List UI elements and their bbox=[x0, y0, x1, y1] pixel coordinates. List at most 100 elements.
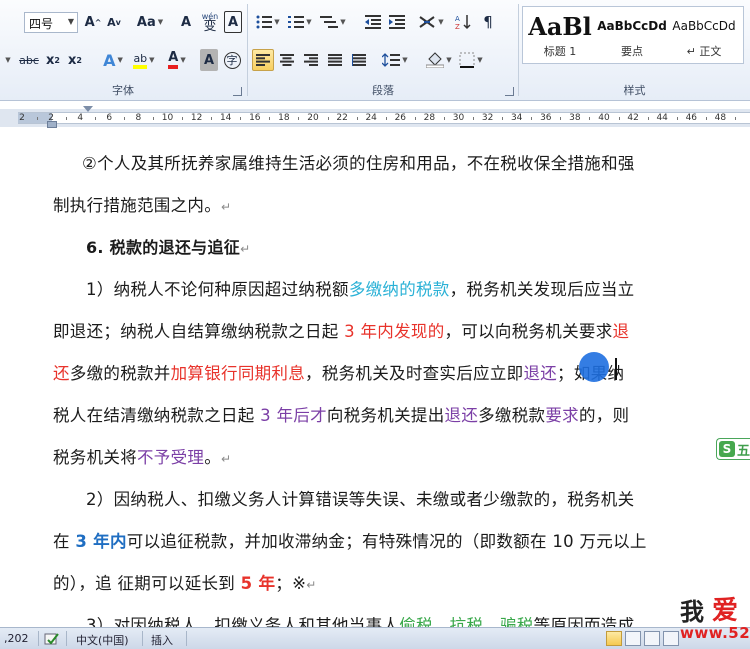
dialog-launcher-icon[interactable]: . bbox=[233, 87, 242, 96]
grow-font-icon: A bbox=[84, 14, 95, 30]
language-indicator[interactable]: 中文(中国) bbox=[76, 632, 129, 648]
ruler-tick-label: 22 bbox=[336, 113, 348, 123]
ruler-tick-minor bbox=[647, 117, 649, 120]
ruler-tick-label: 40 bbox=[598, 113, 610, 123]
chevron-down-icon: ▼ bbox=[67, 17, 74, 26]
text-run-highlight: 还 bbox=[53, 364, 70, 383]
paragraph-mark-icon: ¶ bbox=[483, 13, 493, 31]
paragraph-mark: ↵ bbox=[306, 578, 317, 592]
paragraph-group: ▼ ▼ ▼ ▼ AZ ¶ ▼ ▼ ▼ 段落 bbox=[248, 0, 518, 101]
enclose-char-icon: 字 bbox=[223, 51, 241, 69]
font-color-icon: A bbox=[168, 51, 179, 69]
style-key-point[interactable]: AaBbCcDd 要点 bbox=[597, 9, 667, 61]
align-left-button[interactable] bbox=[252, 49, 274, 71]
font-group: 四号 ▼ A ^ Av Aa ▼ A wén 变 A ▼ abc x2 x 2 … bbox=[0, 0, 246, 101]
text-effect-button[interactable]: A ▼ bbox=[99, 49, 127, 71]
justify-button[interactable] bbox=[324, 49, 346, 71]
font-size-select[interactable]: 四号 ▼ bbox=[24, 12, 78, 33]
superscript-icon: x bbox=[68, 52, 77, 68]
enclose-char-button[interactable]: 字 bbox=[222, 49, 242, 71]
increase-indent-button[interactable] bbox=[386, 11, 408, 33]
style-name: 标题 1 bbox=[543, 45, 577, 58]
style-heading-1[interactable]: AaBl 标题 1 bbox=[525, 9, 595, 61]
align-right-button[interactable] bbox=[300, 49, 322, 71]
decrease-indent-button[interactable] bbox=[362, 11, 384, 33]
text-run: 制执行措施范围之内。 bbox=[53, 196, 221, 215]
clear-format-button[interactable]: A bbox=[176, 11, 196, 33]
paragraph-group-label: 段落 bbox=[372, 84, 394, 97]
font-color-button[interactable]: A ▼ bbox=[163, 49, 191, 71]
multilevel-list-button[interactable]: ▼ bbox=[318, 11, 348, 33]
dropdown-arrow-button[interactable]: ▼ bbox=[2, 49, 12, 71]
ruler-tick-label: 2 bbox=[19, 113, 25, 123]
text-run: 可以追征税款，并加收滞纳金；有特殊情况的（即数额在 10 万元以上 bbox=[126, 532, 647, 551]
ribbon: 四号 ▼ A ^ Av Aa ▼ A wén 变 A ▼ abc x2 x 2 … bbox=[0, 0, 750, 101]
ruler-tick-label: 24 bbox=[365, 113, 377, 123]
ruler-tick-minor bbox=[269, 117, 271, 120]
multilevel-list-icon bbox=[320, 16, 339, 28]
doc-line: 制执行措施范围之内。↵ bbox=[53, 192, 231, 216]
ruler-tick-minor bbox=[676, 117, 678, 120]
ruler-tick-minor bbox=[414, 117, 416, 120]
bullets-icon bbox=[256, 15, 273, 29]
numbering-button[interactable]: ▼ bbox=[286, 11, 314, 33]
document-page[interactable]: ②个人及其所抚养家属维持生活必须的住房和用品，不在税收保全措施和强 制执行措施范… bbox=[0, 128, 750, 627]
change-case-button[interactable]: Aa ▼ bbox=[136, 11, 164, 33]
numbering-icon bbox=[288, 16, 305, 28]
ruler-tick-minor bbox=[123, 117, 125, 120]
side-floating-badge[interactable]: S 五 bbox=[716, 438, 750, 460]
web-layout-view-button[interactable] bbox=[644, 631, 660, 646]
distributed-button[interactable] bbox=[348, 49, 370, 71]
shading-button[interactable]: ▼ bbox=[424, 49, 454, 71]
char-shading-button[interactable]: A bbox=[200, 49, 218, 71]
svg-text:Z: Z bbox=[455, 23, 460, 30]
subscript-button[interactable]: x2 bbox=[44, 49, 62, 71]
phonetic-guide-char: 变 bbox=[203, 19, 217, 34]
ruler-tick-label: 16 bbox=[249, 113, 261, 123]
borders-button[interactable]: ▼ bbox=[456, 49, 486, 71]
ruler-tick-minor bbox=[705, 117, 707, 120]
text-run: 向税务机关提出 bbox=[326, 406, 445, 425]
strikethrough-button[interactable]: abc bbox=[18, 49, 40, 71]
text-run-highlight: 要求 bbox=[545, 406, 579, 425]
change-case-icon: Aa bbox=[136, 14, 156, 30]
proofing-icon[interactable] bbox=[44, 632, 60, 646]
char-border-button[interactable]: A bbox=[224, 11, 242, 33]
section-heading: 6. 税款的退还与追征↵ bbox=[86, 234, 250, 258]
highlight-button[interactable]: ab ▼ bbox=[130, 49, 158, 71]
ruler-tick-minor bbox=[618, 117, 620, 120]
shrink-font-button[interactable]: Av bbox=[105, 11, 123, 33]
dialog-launcher-icon[interactable]: . bbox=[505, 87, 514, 96]
paragraph-mark: ↵ bbox=[221, 452, 232, 466]
doc-line: 即退还；纳税人自结算缴纳税款之日起 3 年内发现的，可以向税务机关要求退 bbox=[53, 318, 629, 342]
superscript-button[interactable]: x2 bbox=[66, 49, 84, 71]
line-spacing-button[interactable]: ▼ bbox=[380, 49, 410, 71]
style-normal[interactable]: AaBbCcDd ↵ 正文 bbox=[669, 9, 739, 61]
text-run: 税务机关将 bbox=[53, 448, 137, 467]
align-center-icon bbox=[280, 54, 294, 66]
ruler-tick-label: 38 bbox=[569, 113, 581, 123]
ruler-tick-minor bbox=[327, 117, 329, 120]
full-screen-reading-view-button[interactable] bbox=[625, 631, 641, 646]
ruler-tick-minor bbox=[152, 117, 154, 120]
show-marks-button[interactable]: ¶ bbox=[477, 11, 499, 33]
phonetic-guide-button[interactable]: wén 变 bbox=[199, 9, 221, 35]
first-line-indent-marker[interactable] bbox=[83, 106, 93, 112]
bullets-button[interactable]: ▼ bbox=[254, 11, 282, 33]
text-run: 1）纳税人不论何种原因超过纳税额 bbox=[86, 280, 349, 299]
chinese-layout-button[interactable]: ▼ bbox=[416, 11, 446, 33]
hanging-indent-marker[interactable] bbox=[47, 121, 57, 128]
styles-gallery[interactable]: AaBl 标题 1 AaBbCcDd 要点 AaBbCcDd ↵ 正文 bbox=[522, 6, 744, 64]
text-run-highlight: 加算银行同期利息 bbox=[170, 364, 306, 383]
align-center-button[interactable] bbox=[276, 49, 298, 71]
sort-button[interactable]: AZ bbox=[452, 11, 474, 33]
strikethrough-icon: abc bbox=[19, 53, 39, 67]
word-count[interactable]: ,202 bbox=[4, 632, 29, 645]
insert-mode-indicator[interactable]: 插入 bbox=[151, 632, 173, 648]
doc-line: 在 3 年内可以追征税款，并加收滞纳金；有特殊情况的（即数额在 10 万元以上 bbox=[53, 528, 647, 552]
horizontal-ruler[interactable]: 2 2 4 6 8 10 12 14 16 18 20 22 24 26 28 30 32 34 36 38 40 42 4… bbox=[0, 109, 750, 127]
print-layout-view-button[interactable] bbox=[606, 631, 622, 646]
text-run: 的，则 bbox=[578, 406, 630, 425]
text-run: ，税务机关发现后应当立 bbox=[449, 280, 635, 299]
grow-font-button[interactable]: A ^ bbox=[84, 11, 102, 33]
